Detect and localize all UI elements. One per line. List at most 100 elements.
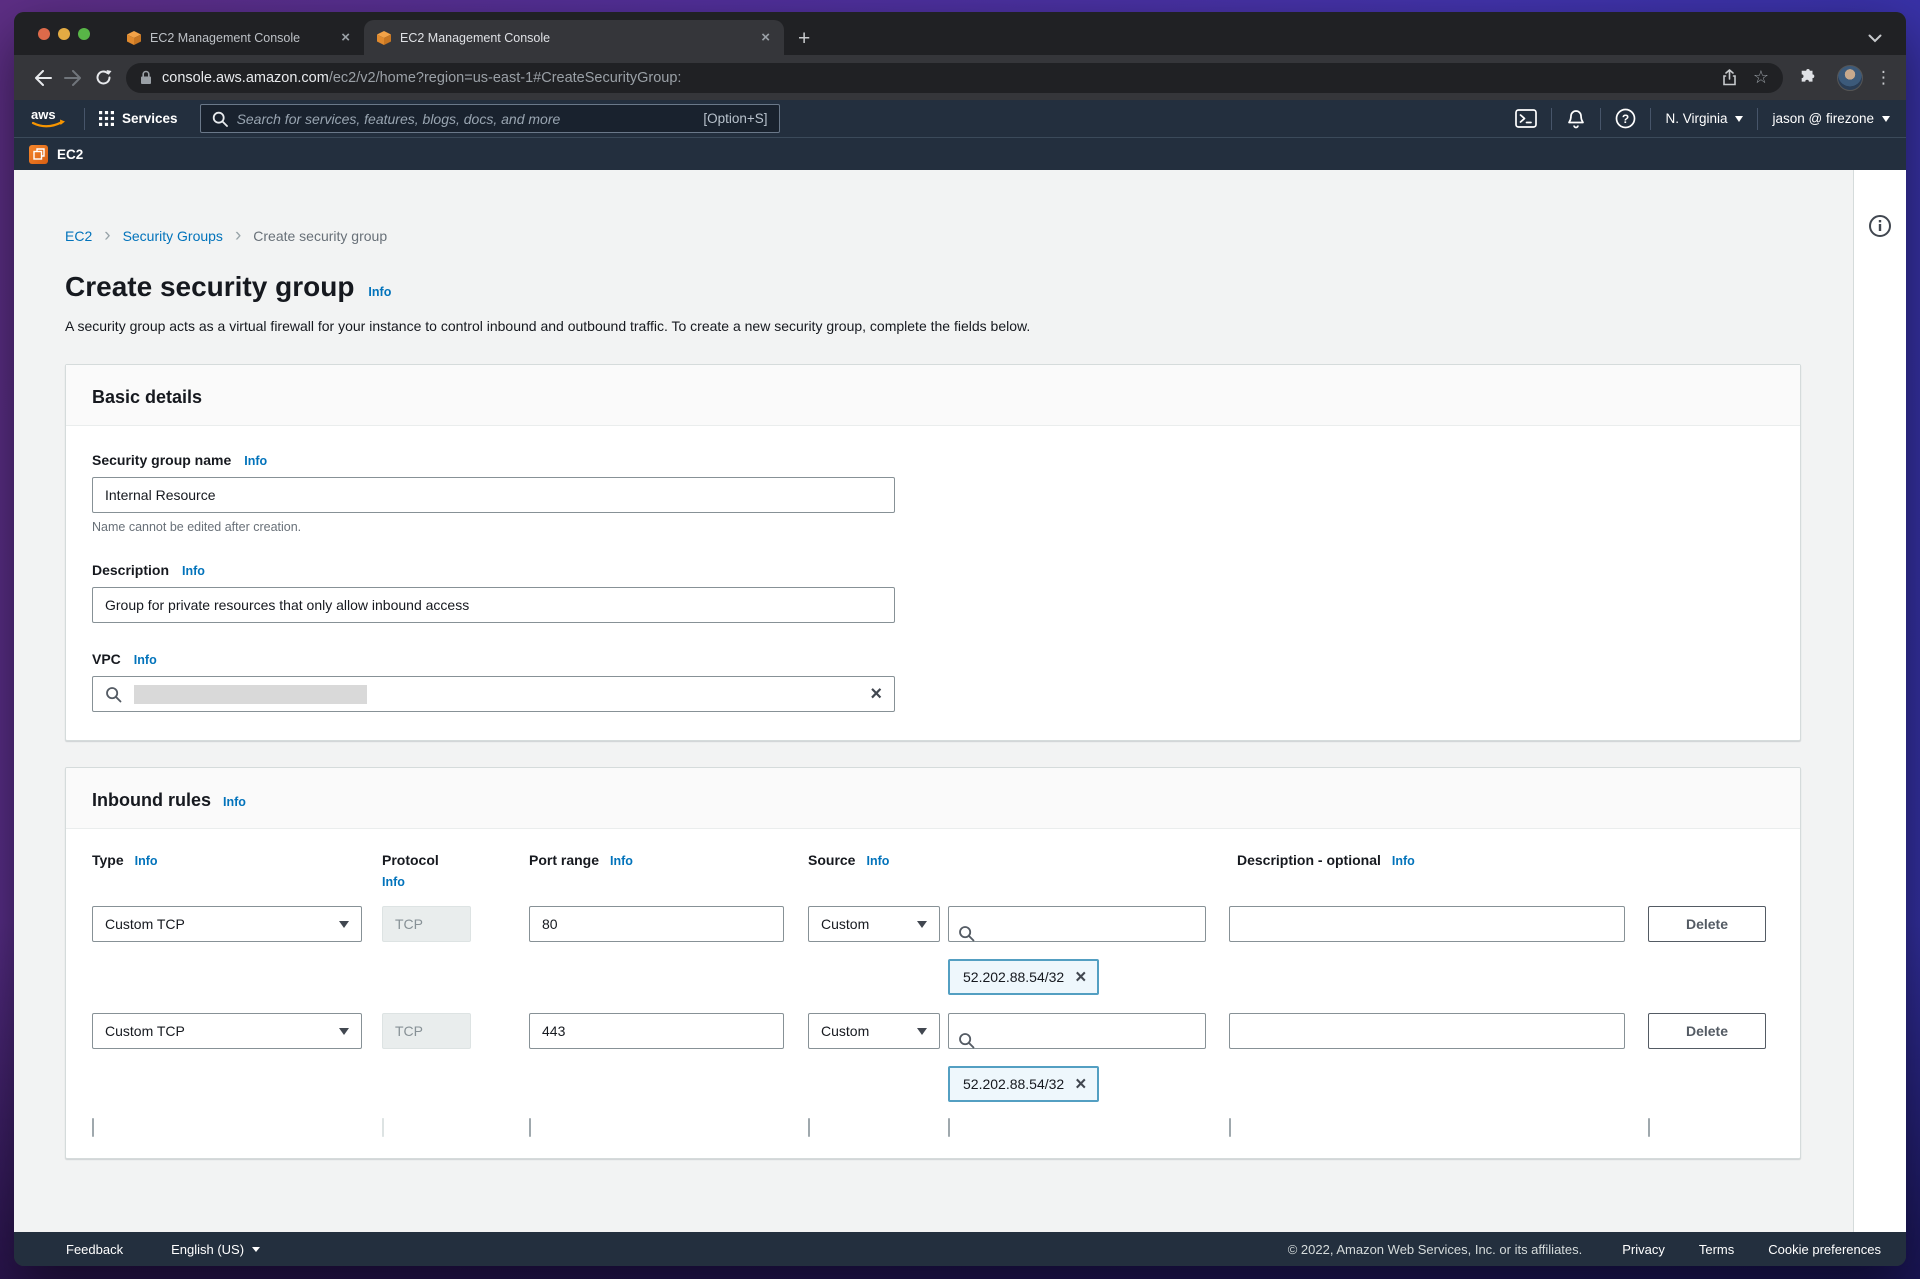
breadcrumb-ec2[interactable]: EC2 <box>65 228 92 244</box>
tab-1[interactable]: EC2 Management Console × <box>114 20 364 55</box>
tabs: EC2 Management Console × EC2 Management … <box>114 20 810 55</box>
language-selector[interactable]: English (US) <box>171 1242 260 1257</box>
rule-source-search-input[interactable] <box>948 1013 1206 1049</box>
notifications-button[interactable] <box>1566 109 1586 129</box>
forward-button[interactable] <box>58 63 88 93</box>
rule-source-select[interactable]: Custom <box>808 1013 940 1049</box>
address-bar[interactable]: console.aws.amazon.com/ec2/v2/home?regio… <box>126 63 1783 93</box>
page-title: Create security group <box>65 271 354 303</box>
rule-description-input[interactable] <box>1229 906 1625 942</box>
back-button[interactable] <box>28 63 58 93</box>
rule-description-info-link[interactable]: Info <box>1392 854 1415 868</box>
service-tab-ec2[interactable]: EC2 <box>57 147 83 162</box>
breadcrumb-security-groups[interactable]: Security Groups <box>123 228 223 244</box>
vpc-label: VPC <box>92 651 121 667</box>
name-help-text: Name cannot be edited after creation. <box>92 520 1774 534</box>
rules-column-headers: TypeInfo ProtocolInfo Port rangeInfo Sou… <box>92 852 1774 889</box>
vpc-value-redacted <box>134 685 367 704</box>
divider <box>1650 108 1651 130</box>
inbound-rule-row-2: Custom TCP TCP Custom Delete <box>92 1013 1774 1049</box>
delete-rule-button[interactable]: Delete <box>1648 906 1766 942</box>
rule-port-input[interactable] <box>529 906 784 942</box>
name-info-link[interactable]: Info <box>244 454 267 468</box>
rule-source-search-input[interactable] <box>948 906 1206 942</box>
region-label: N. Virginia <box>1665 111 1727 126</box>
help-button[interactable]: ? <box>1615 108 1636 129</box>
breadcrumb-separator: › <box>104 226 110 245</box>
remove-cidr-icon[interactable]: × <box>1075 968 1086 987</box>
extensions-puzzle-icon[interactable] <box>1793 63 1823 93</box>
tab-2-active[interactable]: EC2 Management Console × <box>364 20 784 55</box>
terms-link[interactable]: Terms <box>1699 1242 1734 1257</box>
account-menu[interactable]: jason @ firezone <box>1772 111 1890 126</box>
select-arrow-icon <box>339 1028 349 1035</box>
aws-navbar: aws Services [Option+S] ? N. <box>14 100 1906 137</box>
search-icon <box>105 686 122 703</box>
rule-port-input[interactable] <box>529 1013 784 1049</box>
close-window-button[interactable] <box>38 28 50 40</box>
info-panel-button[interactable] <box>1868 214 1892 238</box>
col-port-label: Port range <box>529 852 599 868</box>
feedback-link[interactable]: Feedback <box>66 1242 123 1257</box>
rule-description-input[interactable] <box>1229 1013 1625 1049</box>
title-info-link[interactable]: Info <box>368 285 391 299</box>
description-input[interactable] <box>92 587 895 623</box>
clipped-input <box>92 1118 94 1137</box>
select-arrow-icon <box>917 921 927 928</box>
source-info-link[interactable]: Info <box>866 854 889 868</box>
aws-search-box[interactable]: [Option+S] <box>200 104 780 133</box>
rule-type-select[interactable]: Custom TCP <box>92 906 362 942</box>
select-arrow-icon <box>917 1028 927 1035</box>
cloudshell-button[interactable] <box>1515 109 1537 128</box>
security-group-name-input[interactable] <box>92 477 895 513</box>
rule-type-select[interactable]: Custom TCP <box>92 1013 362 1049</box>
description-info-link[interactable]: Info <box>182 564 205 578</box>
profile-avatar[interactable] <box>1837 65 1863 91</box>
protocol-info-link[interactable]: Info <box>382 875 405 889</box>
cidr-value: 52.202.88.54/32 <box>963 1076 1064 1092</box>
cookie-preferences-link[interactable]: Cookie preferences <box>1768 1242 1881 1257</box>
question-circle-icon: ? <box>1615 108 1636 129</box>
tab-close-icon[interactable]: × <box>337 29 354 46</box>
basic-details-card: Basic details Security group name Info N… <box>65 364 1801 741</box>
page-title-row: Create security group Info <box>65 271 1801 303</box>
port-info-link[interactable]: Info <box>610 854 633 868</box>
cidr-value: 52.202.88.54/32 <box>963 969 1064 985</box>
source-cidr-token: 52.202.88.54/32 × <box>948 959 1099 995</box>
fullscreen-window-button[interactable] <box>78 28 90 40</box>
aws-logo[interactable]: aws <box>30 106 70 131</box>
rule-source-select[interactable]: Custom <box>808 906 940 942</box>
tab-close-icon[interactable]: × <box>757 29 774 46</box>
basic-details-header: Basic details <box>66 365 1800 426</box>
minimize-window-button[interactable] <box>58 28 70 40</box>
page-intro: A security group acts as a virtual firew… <box>65 318 1801 334</box>
inbound-rules-card: Inbound rules Info TypeInfo ProtocolInfo… <box>65 767 1801 1159</box>
console-content: EC2 › Security Groups › Create security … <box>14 170 1906 1232</box>
vpc-field: VPC Info × <box>92 651 1774 712</box>
inbound-rules-info-link[interactable]: Info <box>223 795 246 809</box>
privacy-link[interactable]: Privacy <box>1622 1242 1665 1257</box>
share-icon[interactable] <box>1722 69 1737 86</box>
remove-cidr-icon[interactable]: × <box>1075 1075 1086 1094</box>
clear-vpc-icon[interactable]: × <box>870 684 882 704</box>
region-selector[interactable]: N. Virginia <box>1665 111 1743 126</box>
clipped-input <box>1229 1118 1231 1137</box>
tab-title: EC2 Management Console <box>400 31 749 45</box>
tab-search-chevron-icon[interactable] <box>1868 34 1882 43</box>
reload-button[interactable] <box>88 63 118 93</box>
aws-search-input[interactable] <box>237 111 695 127</box>
services-menu[interactable]: Services <box>99 111 178 126</box>
browser-menu-icon[interactable]: ⋮ <box>1875 68 1892 88</box>
services-label: Services <box>122 111 178 126</box>
url-host: console.aws.amazon.com <box>162 70 329 86</box>
vpc-info-link[interactable]: Info <box>134 653 157 667</box>
svg-text:?: ? <box>1622 112 1629 126</box>
col-description-label: Description - optional <box>1237 852 1381 868</box>
type-info-link[interactable]: Info <box>135 854 158 868</box>
delete-rule-button[interactable]: Delete <box>1648 1013 1766 1049</box>
new-tab-button[interactable]: + <box>798 28 810 49</box>
copyright-text: © 2022, Amazon Web Services, Inc. or its… <box>1288 1242 1583 1257</box>
chevron-down-icon <box>1882 116 1890 122</box>
bookmark-star-icon[interactable]: ☆ <box>1753 67 1769 88</box>
vpc-select-input[interactable]: × <box>92 676 895 712</box>
